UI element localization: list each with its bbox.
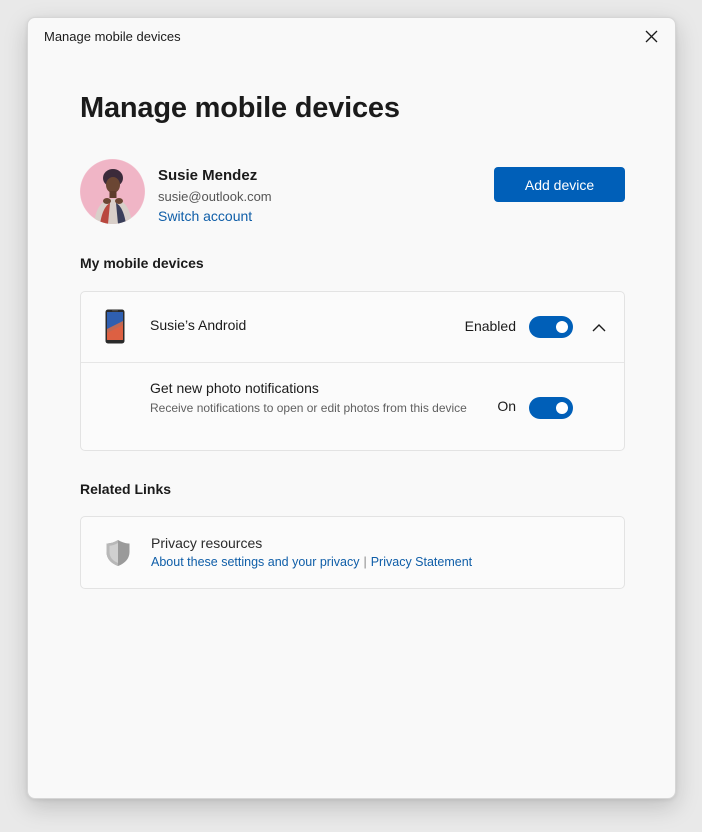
link-separator: | <box>363 555 367 569</box>
avatar <box>80 159 145 224</box>
privacy-statement-link[interactable]: Privacy Statement <box>371 555 472 569</box>
account-name: Susie Mendez <box>158 167 258 184</box>
device-status-label: Enabled <box>464 318 516 334</box>
section-title-my-devices: My mobile devices <box>80 255 204 271</box>
toggle-knob <box>556 321 568 333</box>
dialog-window: Manage mobile devices Manage mobile devi… <box>27 17 676 799</box>
device-card: Susie’s Android Enabled Get new photo no… <box>80 291 625 451</box>
account-email: susie@outlook.com <box>158 189 272 204</box>
toggle-knob <box>556 402 568 414</box>
photo-notifications-row: Get new photo notifications Receive noti… <box>81 363 624 450</box>
section-title-related-links: Related Links <box>80 481 172 497</box>
about-settings-privacy-link[interactable]: About these settings and your privacy <box>151 555 359 569</box>
privacy-resources-title: Privacy resources <box>151 535 263 551</box>
privacy-links: About these settings and your privacy | Pr… <box>151 555 472 569</box>
setting-description: Receive notifications to open or edit ph… <box>150 401 467 415</box>
shield-icon <box>106 540 130 566</box>
setting-title: Get new photo notifications <box>150 380 319 396</box>
add-device-button[interactable]: Add device <box>494 167 625 202</box>
device-enabled-toggle[interactable] <box>529 316 573 338</box>
close-icon <box>645 30 657 42</box>
window-title: Manage mobile devices <box>44 29 181 44</box>
account-section: Susie Mendez susie@outlook.com Switch ac… <box>80 159 625 227</box>
title-bar: Manage mobile devices <box>28 18 675 54</box>
close-button[interactable] <box>637 24 665 48</box>
avatar-image <box>80 159 145 224</box>
device-row: Susie’s Android Enabled <box>81 292 624 363</box>
collapse-button[interactable] <box>588 316 610 338</box>
chevron-up-icon <box>592 323 606 331</box>
device-name: Susie’s Android <box>150 317 247 333</box>
photo-notifications-toggle[interactable] <box>529 397 573 419</box>
privacy-card: Privacy resources About these settings a… <box>80 516 625 589</box>
page-title: Manage mobile devices <box>80 92 400 124</box>
setting-status-label: On <box>497 398 516 414</box>
phone-icon <box>105 309 125 344</box>
switch-account-link[interactable]: Switch account <box>158 208 252 224</box>
